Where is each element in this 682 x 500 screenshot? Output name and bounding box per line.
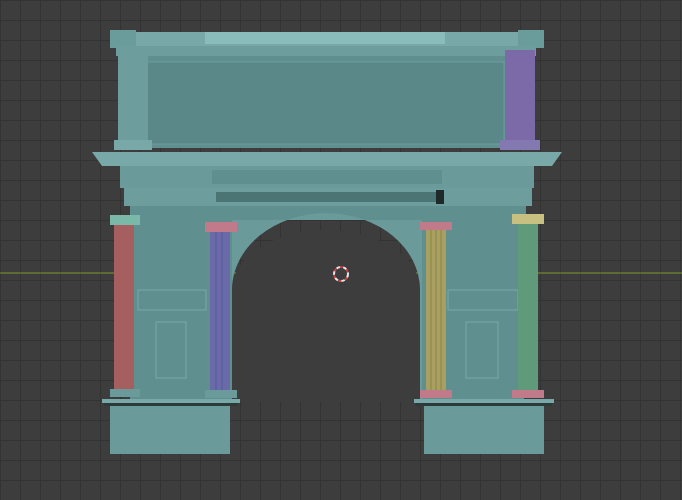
attic-cap-left-corner	[110, 30, 136, 48]
attic-top-block	[205, 32, 445, 44]
architrave-notch	[436, 190, 444, 204]
frieze-inner	[212, 170, 442, 184]
attic-cap-right-corner	[518, 30, 544, 48]
triumphal-arch-model[interactable]	[92, 30, 562, 454]
attic-right-pilaster-cap	[500, 140, 540, 150]
main-cornice	[92, 152, 562, 166]
right-pedestal-molding	[414, 399, 554, 403]
attic-right-pilaster	[505, 50, 535, 148]
attic-inner-panel	[145, 61, 505, 145]
attic-cornice	[116, 46, 536, 56]
scene-canvas[interactable]	[0, 0, 682, 500]
attic-left-pilaster	[118, 56, 148, 148]
left-pedestal-molding-dark	[104, 403, 238, 406]
left-pedestal-molding	[102, 399, 240, 403]
left-pedestal	[110, 406, 230, 454]
3d-viewport[interactable]	[0, 0, 682, 500]
right-pedestal	[424, 406, 544, 454]
arch-opening	[232, 230, 420, 402]
attic-left-pilaster-cap	[114, 140, 152, 150]
architrave-slot	[216, 192, 440, 202]
right-pedestal-molding-dark	[416, 403, 552, 406]
